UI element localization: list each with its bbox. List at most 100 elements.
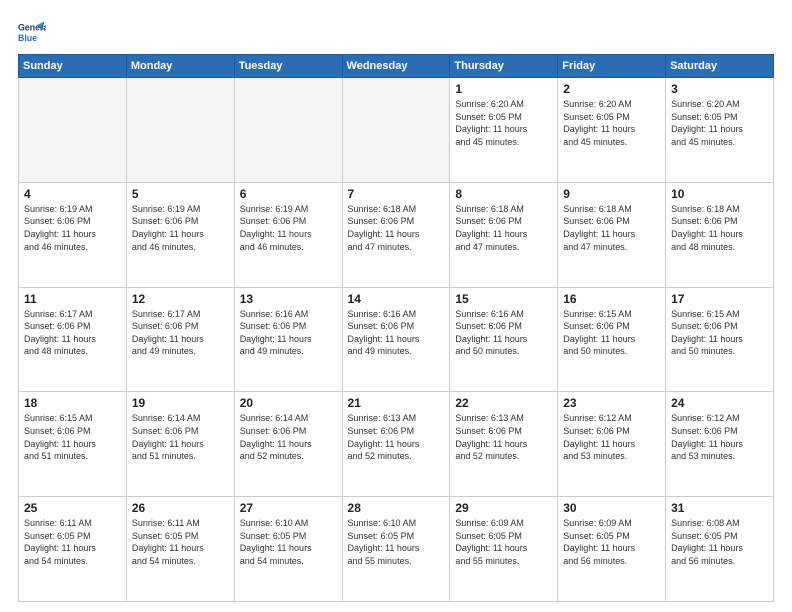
calendar-header-wednesday: Wednesday [342, 55, 450, 78]
day-info: Sunrise: 6:19 AM Sunset: 6:06 PM Dayligh… [240, 203, 337, 253]
day-info: Sunrise: 6:16 AM Sunset: 6:06 PM Dayligh… [348, 308, 445, 358]
day-info: Sunrise: 6:13 AM Sunset: 6:06 PM Dayligh… [348, 412, 445, 462]
day-number: 28 [348, 501, 445, 515]
day-info: Sunrise: 6:18 AM Sunset: 6:06 PM Dayligh… [455, 203, 552, 253]
day-info: Sunrise: 6:15 AM Sunset: 6:06 PM Dayligh… [671, 308, 768, 358]
day-number: 13 [240, 292, 337, 306]
day-number: 29 [455, 501, 552, 515]
day-info: Sunrise: 6:15 AM Sunset: 6:06 PM Dayligh… [563, 308, 660, 358]
calendar-cell: 21 Sunrise: 6:13 AM Sunset: 6:06 PM Dayli… [342, 392, 450, 497]
calendar-cell: 29Sunrise: 6:09 AM Sunset: 6:05 PM Dayli… [450, 497, 558, 602]
day-info: Sunrise: 6:18 AM Sunset: 6:06 PM Dayligh… [671, 203, 768, 253]
day-info: Sunrise: 6:17 AM Sunset: 6:06 PM Dayligh… [24, 308, 121, 358]
day-number: 11 [24, 292, 121, 306]
calendar-cell: 10 Sunrise: 6:18 AM Sunset: 6:06 PM Dayli… [666, 182, 774, 287]
calendar-header-monday: Monday [126, 55, 234, 78]
day-number: 16 [563, 292, 660, 306]
logo-icon: General Blue [18, 18, 46, 46]
day-info: Sunrise: 6:18 AM Sunset: 6:06 PM Dayligh… [348, 203, 445, 253]
page: General Blue SundayMondayTuesdayWednesda… [0, 0, 792, 612]
day-info: Sunrise: 6:08 AM Sunset: 6:05 PM Dayligh… [671, 517, 768, 567]
day-info: Sunrise: 6:20 AM Sunset: 6:05 PM Dayligh… [563, 98, 660, 148]
day-info: Sunrise: 6:09 AM Sunset: 6:05 PM Dayligh… [563, 517, 660, 567]
day-info: Sunrise: 6:20 AM Sunset: 6:05 PM Dayligh… [455, 98, 552, 148]
header: General Blue [18, 18, 774, 46]
day-number: 6 [240, 187, 337, 201]
day-number: 8 [455, 187, 552, 201]
calendar-cell: 27 Sunrise: 6:10 AM Sunset: 6:05 PM Dayli… [234, 497, 342, 602]
day-number: 12 [132, 292, 229, 306]
day-number: 2 [563, 82, 660, 96]
day-number: 5 [132, 187, 229, 201]
day-info: Sunrise: 6:11 AM Sunset: 6:05 PM Dayligh… [24, 517, 121, 567]
calendar-week-3: 11 Sunrise: 6:17 AM Sunset: 6:06 PM Dayli… [19, 287, 774, 392]
day-info: Sunrise: 6:18 AM Sunset: 6:06 PM Dayligh… [563, 203, 660, 253]
day-info: Sunrise: 6:17 AM Sunset: 6:06 PM Dayligh… [132, 308, 229, 358]
day-info: Sunrise: 6:16 AM Sunset: 6:06 PM Dayligh… [455, 308, 552, 358]
day-number: 20 [240, 396, 337, 410]
day-number: 19 [132, 396, 229, 410]
calendar-cell: 3 Sunrise: 6:20 AM Sunset: 6:05 PM Daylig… [666, 78, 774, 183]
day-number: 1 [455, 82, 552, 96]
day-number: 15 [455, 292, 552, 306]
calendar-table: SundayMondayTuesdayWednesdayThursdayFrid… [18, 54, 774, 602]
calendar-cell: 30 Sunrise: 6:09 AM Sunset: 6:05 PM Dayli… [558, 497, 666, 602]
day-number: 17 [671, 292, 768, 306]
calendar-cell: 18 Sunrise: 6:15 AM Sunset: 6:06 PM Dayli… [19, 392, 127, 497]
calendar-cell: 8 Sunrise: 6:18 AM Sunset: 6:06 PM Daylig… [450, 182, 558, 287]
calendar-cell: 5Sunrise: 6:19 AM Sunset: 6:06 PM Daylig… [126, 182, 234, 287]
svg-text:Blue: Blue [18, 33, 37, 43]
calendar-week-1: 1 Sunrise: 6:20 AM Sunset: 6:05 PM Daylig… [19, 78, 774, 183]
day-info: Sunrise: 6:10 AM Sunset: 6:05 PM Dayligh… [348, 517, 445, 567]
calendar-week-4: 18 Sunrise: 6:15 AM Sunset: 6:06 PM Dayli… [19, 392, 774, 497]
day-number: 7 [348, 187, 445, 201]
day-number: 23 [563, 396, 660, 410]
calendar-cell: 31 Sunrise: 6:08 AM Sunset: 6:05 PM Dayli… [666, 497, 774, 602]
calendar-cell: 6 Sunrise: 6:19 AM Sunset: 6:06 PM Daylig… [234, 182, 342, 287]
day-number: 24 [671, 396, 768, 410]
calendar-header-row: SundayMondayTuesdayWednesdayThursdayFrid… [19, 55, 774, 78]
calendar-header-friday: Friday [558, 55, 666, 78]
calendar-header-thursday: Thursday [450, 55, 558, 78]
calendar-cell: 23 Sunrise: 6:12 AM Sunset: 6:06 PM Dayli… [558, 392, 666, 497]
day-info: Sunrise: 6:12 AM Sunset: 6:06 PM Dayligh… [563, 412, 660, 462]
day-info: Sunrise: 6:16 AM Sunset: 6:06 PM Dayligh… [240, 308, 337, 358]
day-number: 30 [563, 501, 660, 515]
calendar-cell: 13 Sunrise: 6:16 AM Sunset: 6:06 PM Dayli… [234, 287, 342, 392]
calendar-cell: 25 Sunrise: 6:11 AM Sunset: 6:05 PM Dayli… [19, 497, 127, 602]
calendar-cell: 26 Sunrise: 6:11 AM Sunset: 6:05 PM Dayli… [126, 497, 234, 602]
day-info: Sunrise: 6:15 AM Sunset: 6:06 PM Dayligh… [24, 412, 121, 462]
calendar-cell: 11 Sunrise: 6:17 AM Sunset: 6:06 PM Dayli… [19, 287, 127, 392]
day-info: Sunrise: 6:19 AM Sunset: 6:06 PM Dayligh… [24, 203, 121, 253]
day-info: Sunrise: 6:14 AM Sunset: 6:06 PM Dayligh… [240, 412, 337, 462]
day-number: 27 [240, 501, 337, 515]
calendar-cell: 28 Sunrise: 6:10 AM Sunset: 6:05 PM Dayli… [342, 497, 450, 602]
day-number: 14 [348, 292, 445, 306]
calendar-cell: 7 Sunrise: 6:18 AM Sunset: 6:06 PM Daylig… [342, 182, 450, 287]
day-info: Sunrise: 6:14 AM Sunset: 6:06 PM Dayligh… [132, 412, 229, 462]
day-number: 22 [455, 396, 552, 410]
calendar-cell: 15 Sunrise: 6:16 AM Sunset: 6:06 PM Dayli… [450, 287, 558, 392]
calendar-cell: 4 Sunrise: 6:19 AM Sunset: 6:06 PM Daylig… [19, 182, 127, 287]
day-number: 25 [24, 501, 121, 515]
day-number: 9 [563, 187, 660, 201]
day-info: Sunrise: 6:11 AM Sunset: 6:05 PM Dayligh… [132, 517, 229, 567]
logo: General Blue [18, 18, 50, 46]
day-number: 10 [671, 187, 768, 201]
calendar-week-2: 4 Sunrise: 6:19 AM Sunset: 6:06 PM Daylig… [19, 182, 774, 287]
calendar-header-sunday: Sunday [19, 55, 127, 78]
day-number: 4 [24, 187, 121, 201]
calendar-header-tuesday: Tuesday [234, 55, 342, 78]
day-number: 18 [24, 396, 121, 410]
calendar-cell: 1 Sunrise: 6:20 AM Sunset: 6:05 PM Daylig… [450, 78, 558, 183]
day-info: Sunrise: 6:13 AM Sunset: 6:06 PM Dayligh… [455, 412, 552, 462]
day-number: 3 [671, 82, 768, 96]
calendar-cell [342, 78, 450, 183]
day-info: Sunrise: 6:20 AM Sunset: 6:05 PM Dayligh… [671, 98, 768, 148]
calendar-cell [234, 78, 342, 183]
day-number: 31 [671, 501, 768, 515]
day-info: Sunrise: 6:10 AM Sunset: 6:05 PM Dayligh… [240, 517, 337, 567]
calendar-cell: 12 Sunrise: 6:17 AM Sunset: 6:06 PM Dayli… [126, 287, 234, 392]
day-number: 21 [348, 396, 445, 410]
day-number: 26 [132, 501, 229, 515]
